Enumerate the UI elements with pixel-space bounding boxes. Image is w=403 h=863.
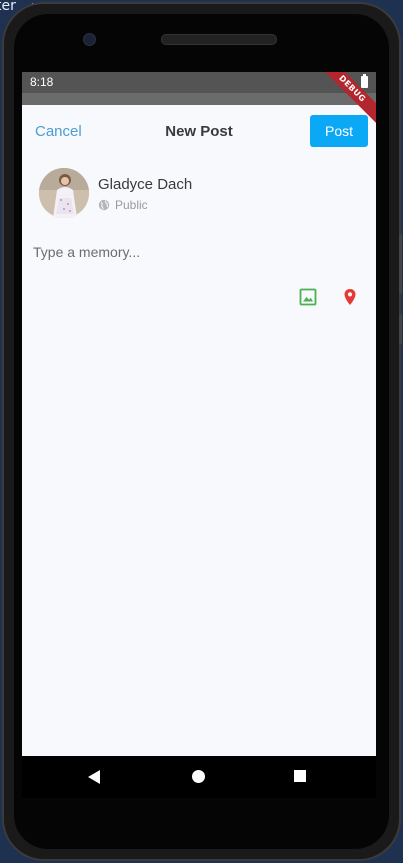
memory-input[interactable]: [33, 240, 363, 264]
android-nav-bar: [22, 756, 376, 798]
avatar: [39, 168, 89, 218]
location-pin-icon: [344, 289, 356, 305]
front-camera: [83, 33, 96, 46]
header: Cancel New Post Post: [22, 105, 376, 157]
power-button: [399, 314, 402, 344]
image-icon: [299, 288, 317, 306]
post-button[interactable]: Post: [310, 115, 368, 147]
battery-icon: [361, 74, 368, 88]
globe-icon: [98, 199, 110, 211]
add-location-button[interactable]: [340, 287, 360, 307]
recents-icon[interactable]: [294, 770, 306, 782]
visibility-label: Public: [115, 198, 148, 212]
appbar-shadow: [22, 93, 376, 105]
home-icon[interactable]: [192, 770, 205, 783]
visibility-selector[interactable]: Public: [98, 198, 148, 212]
avatar-photo: [39, 168, 89, 218]
back-icon[interactable]: [88, 770, 100, 784]
status-time: 8:18: [30, 75, 54, 89]
backdrop-window-title: ter: [0, 0, 16, 14]
status-bar: 8:18: [22, 72, 376, 93]
user-name: Gladyce Dach: [98, 176, 193, 193]
add-image-button[interactable]: [298, 287, 318, 307]
user-info: Gladyce Dach Public: [39, 168, 359, 220]
earpiece-speaker: [161, 34, 277, 45]
app-screen: 8:18 DEBUG Cancel New Post Post Gladyce …: [22, 72, 376, 756]
volume-button: [399, 234, 402, 294]
